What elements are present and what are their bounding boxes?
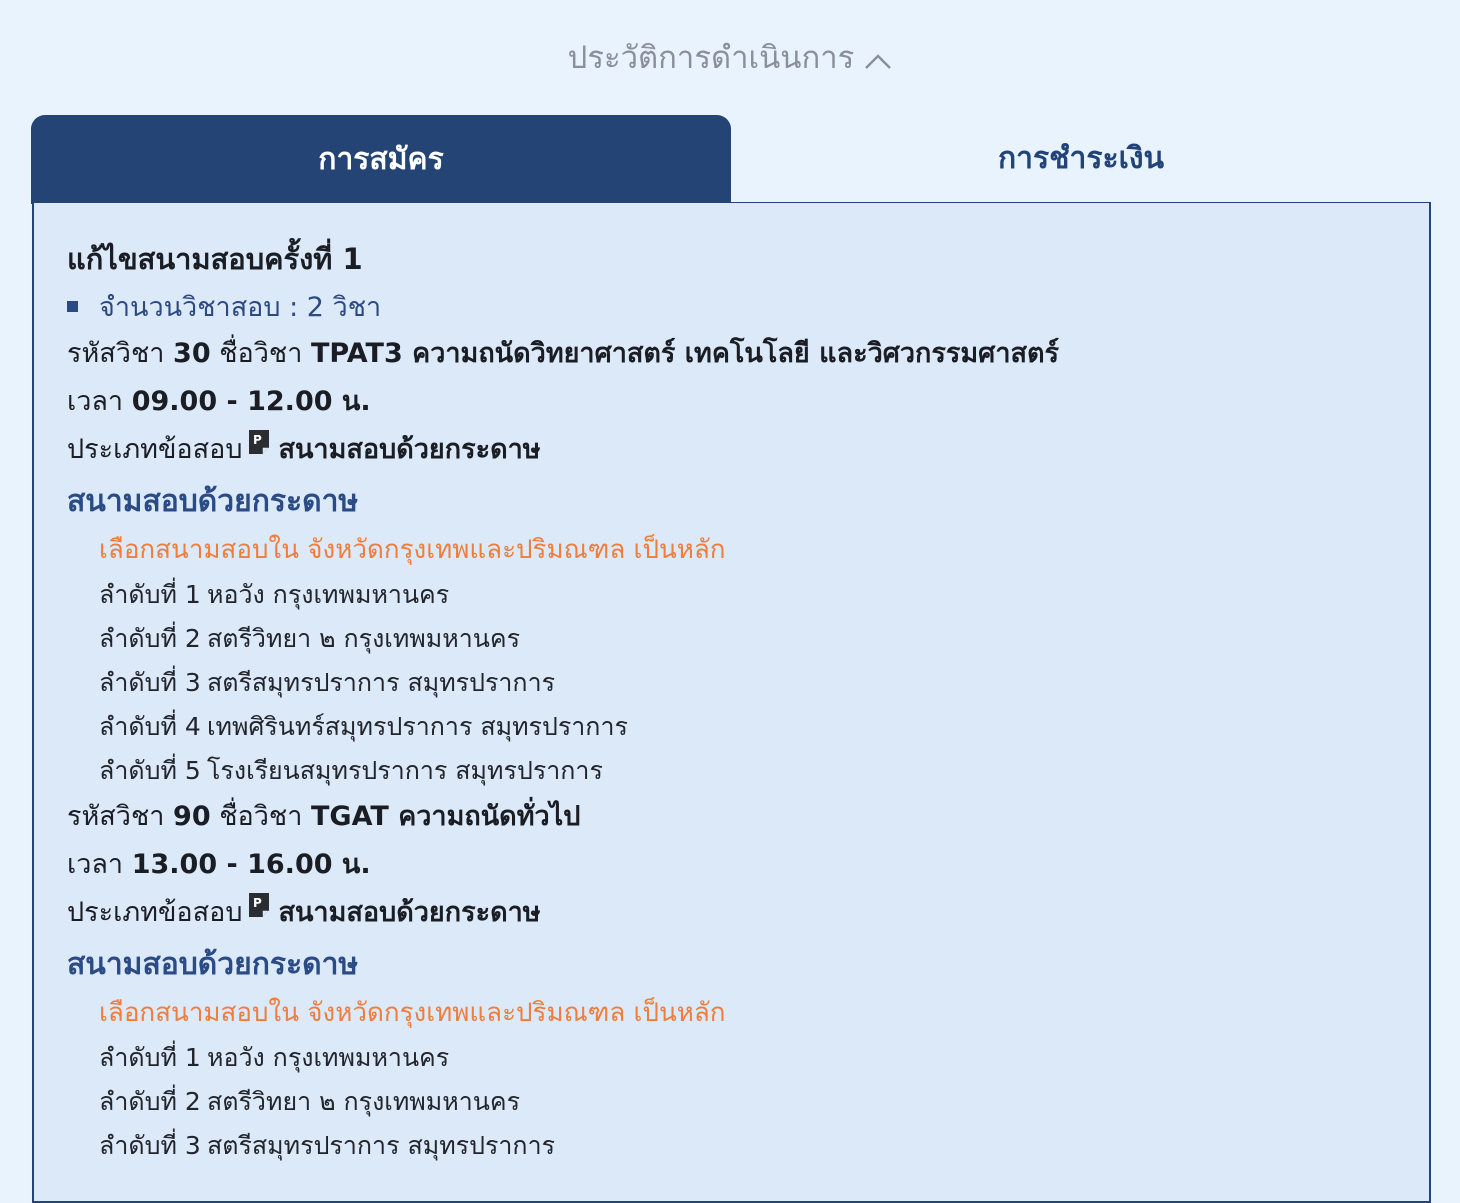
rank-center: สตรีสมุทรปราการ สมุทรปราการ (207, 668, 556, 697)
tab-payment-label: การชำระเงิน (998, 141, 1164, 176)
rank-center: หอวัง กรุงเทพมหานคร (207, 580, 450, 609)
rank-label: ลำดับที่ 3 (99, 1131, 201, 1160)
subject-code-prefix: รหัสวิชา (67, 338, 165, 369)
exam-centers-heading: สนามสอบด้วยกระดาษ (67, 947, 359, 982)
rank-label: ลำดับที่ 2 (99, 624, 201, 653)
history-toggle[interactable]: ประวัติการดำเนินการ (0, 30, 1460, 88)
tab-application-label: การสมัคร (318, 142, 444, 177)
rank-item: ลำดับที่ 5 โรงเรียนสมุทรปราการ สมุทรปรากา… (67, 749, 1409, 793)
subject-block: รหัสวิชา 30 ชื่อวิชา TPAT3 ความถนัดวิทยา… (67, 330, 1409, 793)
subject-time: 09.00 - 12.00 น. (131, 386, 371, 417)
subject-time-line: เวลา 09.00 - 12.00 น. (67, 378, 1409, 426)
rank-item: ลำดับที่ 1 หอวัง กรุงเทพมหานคร (67, 573, 1409, 617)
panel-title: แก้ไขสนามสอบครั้งที่ 1 (67, 242, 363, 276)
rank-label: ลำดับที่ 4 (99, 712, 201, 741)
tab-payment[interactable]: การชำระเงิน (731, 115, 1431, 204)
subject-name: TGAT ความถนัดทั่วไป (311, 801, 581, 832)
history-label: ประวัติการดำเนินการ (567, 40, 855, 76)
center-selection-note: เลือกสนามสอบใน จังหวัดกรุงเทพและปริมณฑล … (99, 998, 726, 1028)
rank-center: หอวัง กรุงเทพมหานคร (207, 1043, 450, 1072)
paper-exam-icon: P (248, 423, 270, 471)
exam-type-line: ประเภทข้อสอบ P สนามสอบด้วยกระดาษ (67, 889, 1409, 937)
subject-time-line: เวลา 13.00 - 16.00 น. (67, 841, 1409, 889)
rank-item: ลำดับที่ 2 สตรีวิทยา ๒ กรุงเทพมหานคร (67, 1080, 1409, 1124)
exam-type: สนามสอบด้วยกระดาษ (278, 434, 541, 465)
rank-item: ลำดับที่ 2 สตรีวิทยา ๒ กรุงเทพมหานคร (67, 617, 1409, 661)
time-prefix: เวลา (67, 386, 124, 417)
subject-count: จำนวนวิชาสอบ : 2 วิชา (99, 292, 382, 323)
exam-type-line: ประเภทข้อสอบ P สนามสอบด้วยกระดาษ (67, 426, 1409, 474)
rank-center: สตรีวิทยา ๒ กรุงเทพมหานคร (207, 1087, 521, 1116)
subject-code-line: รหัสวิชา 90 ชื่อวิชา TGAT ความถนัดทั่วไป (67, 793, 1409, 841)
svg-text:P: P (253, 896, 262, 910)
rank-label: ลำดับที่ 2 (99, 1087, 201, 1116)
subject-name: TPAT3 ความถนัดวิทยาศาสตร์ เทคโนโลยี และว… (311, 338, 1059, 369)
subject-code: 30 (173, 338, 211, 369)
subject-code-line: รหัสวิชา 30 ชื่อวิชา TPAT3 ความถนัดวิทยา… (67, 330, 1409, 378)
rank-center: โรงเรียนสมุทรปราการ สมุทรปราการ (207, 756, 603, 785)
rank-center: สตรีวิทยา ๒ กรุงเทพมหานคร (207, 624, 521, 653)
tab-application[interactable]: การสมัคร (31, 115, 731, 204)
exam-type-prefix: ประเภทข้อสอบ (67, 897, 243, 928)
exam-centers-heading: สนามสอบด้วยกระดาษ (67, 484, 359, 519)
subject-code: 90 (173, 801, 211, 832)
subject-name-prefix: ชื่อวิชา (219, 801, 303, 832)
subject-block: รหัสวิชา 90 ชื่อวิชา TGAT ความถนัดทั่วไป… (67, 793, 1409, 1168)
svg-text:P: P (253, 433, 262, 447)
rank-item: ลำดับที่ 3 สตรีสมุทรปราการ สมุทรปราการ (67, 1124, 1409, 1168)
rank-center: สตรีสมุทรปราการ สมุทรปราการ (207, 1131, 556, 1160)
chevron-up-icon (864, 32, 892, 88)
rank-center: เทพศิรินทร์สมุทรปราการ สมุทรปราการ (207, 712, 628, 741)
square-bullet-icon (67, 301, 78, 312)
subject-time: 13.00 - 16.00 น. (131, 849, 371, 880)
rank-item: ลำดับที่ 4 เทพศิรินทร์สมุทรปราการ สมุทรปร… (67, 705, 1409, 749)
subject-count-row: จำนวนวิชาสอบ : 2 วิชา (67, 285, 1409, 330)
paper-exam-icon: P (248, 886, 270, 934)
rank-item: ลำดับที่ 3 สตรีสมุทรปราการ สมุทรปราการ (67, 661, 1409, 705)
tab-bar: การสมัคร การชำระเงิน (31, 115, 1431, 204)
exam-type: สนามสอบด้วยกระดาษ (278, 897, 541, 928)
time-prefix: เวลา (67, 849, 124, 880)
rank-label: ลำดับที่ 3 (99, 668, 201, 697)
rank-item: ลำดับที่ 1 หอวัง กรุงเทพมหานคร (67, 1036, 1409, 1080)
rank-label: ลำดับที่ 1 (99, 580, 201, 609)
center-selection-note: เลือกสนามสอบใน จังหวัดกรุงเทพและปริมณฑล … (99, 535, 726, 565)
subject-name-prefix: ชื่อวิชา (219, 338, 303, 369)
rank-label: ลำดับที่ 5 (99, 756, 201, 785)
application-panel: แก้ไขสนามสอบครั้งที่ 1 จำนวนวิชาสอบ : 2 … (32, 203, 1431, 1203)
exam-type-prefix: ประเภทข้อสอบ (67, 434, 243, 465)
subject-code-prefix: รหัสวิชา (67, 801, 165, 832)
rank-label: ลำดับที่ 1 (99, 1043, 201, 1072)
